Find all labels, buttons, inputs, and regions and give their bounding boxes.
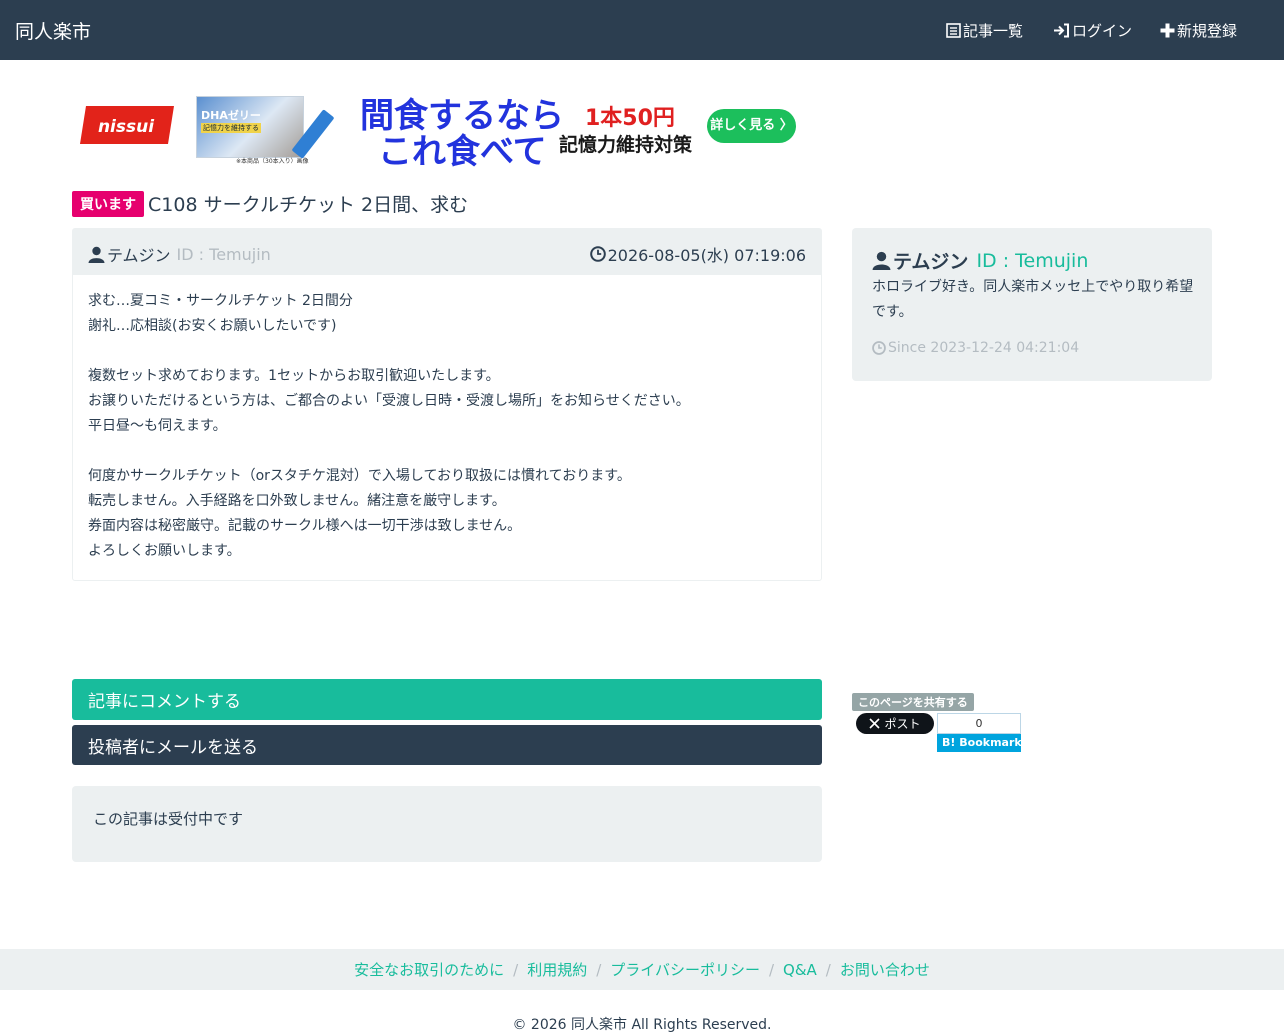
- copyright: © 2026 同人楽市 All Rights Reserved.: [512, 1017, 772, 1033]
- post-author-name: テムジン: [107, 246, 171, 265]
- footer-link-safety[interactable]: 安全なお取引のために: [354, 959, 504, 980]
- footer-link-qa[interactable]: Q&A: [783, 961, 817, 979]
- profile-since: Since 2023-12-24 04:21:04: [872, 340, 1079, 356]
- status-well: この記事は受付中です: [72, 786, 822, 862]
- share-label: このページを共有する: [852, 693, 974, 711]
- nav-article-list[interactable]: 記事一覧: [946, 20, 1023, 41]
- post-body-line: 平日昼〜も伺えます。: [88, 418, 227, 434]
- post-body: 求む…夏コミ・サークルチケット 2日間分 謝礼…応相談(お安くお願いしたいです)…: [73, 275, 821, 578]
- post-body-line: 謝礼…応相談(お安くお願いしたいです): [88, 318, 337, 334]
- profile-id: ID : Temujin: [976, 249, 1089, 272]
- post-author-id: ID : Temujin: [176, 244, 271, 264]
- x-post-label: ポスト: [884, 717, 921, 731]
- plus-icon: [1160, 23, 1175, 38]
- user-icon: [872, 251, 891, 270]
- nav-login-label: ログイン: [1072, 22, 1133, 40]
- hatena-b-icon: B!: [942, 736, 956, 749]
- svg-text:nissui: nissui: [98, 117, 155, 137]
- post-body-line: 複数セット求めております。1セットからお取引歓迎いたします。: [88, 368, 500, 384]
- post-author[interactable]: テムジン ID : Temujin: [88, 242, 271, 266]
- list-icon: [946, 23, 961, 38]
- post-title: C108 サークルチケット 2日間、求む: [148, 194, 469, 216]
- nav-article-list-label: 記事一覧: [963, 22, 1024, 40]
- x-post-button[interactable]: ポスト: [856, 713, 934, 734]
- profile-since-text: Since 2023-12-24 04:21:04: [888, 340, 1080, 356]
- navbar: 同人楽市 記事一覧 ログイン 新規登録: [0, 0, 1284, 60]
- product-sub: 記憶力を維持する: [201, 123, 261, 133]
- x-logo-icon: [869, 718, 881, 729]
- post-title-row: 買います C108 サークルチケット 2日間、求む: [72, 190, 468, 217]
- author-profile-card: テムジン ID : Temujin ホロライブ好き。同人楽市メッセ上でやり取り希…: [852, 228, 1212, 381]
- footer-link-privacy[interactable]: プライバシーポリシー: [610, 959, 760, 980]
- post-panel-header: テムジン ID : Temujin 2026-08-05(水) 07:19:06: [73, 229, 821, 275]
- clock-icon: [589, 246, 606, 262]
- login-icon: [1054, 23, 1069, 38]
- post-panel: テムジン ID : Temujin 2026-08-05(水) 07:19:06…: [72, 228, 822, 581]
- nav-register[interactable]: 新規登録: [1160, 20, 1237, 41]
- profile-intro: ホロライブ好き。同人楽市メッセ上でやり取り希望です。: [872, 279, 1194, 320]
- post-date: 2026-08-05(水) 07:19:06: [589, 242, 806, 266]
- nav-login[interactable]: ログイン: [1053, 20, 1132, 41]
- hatena-bookmark-label: Bookmark: [959, 736, 1022, 749]
- profile-name[interactable]: テムジン ID : Temujin: [872, 247, 1088, 274]
- nissui-logo: nissui: [80, 106, 174, 144]
- post-body-line: 券面内容は秘密厳守。記載のサークル様へは一切干渉は致しません。: [88, 518, 522, 534]
- nav-register-label: 新規登録: [1177, 22, 1238, 40]
- site-brand[interactable]: 同人楽市: [15, 17, 91, 44]
- product-title: DHAゼリー: [201, 109, 261, 122]
- ad-price: 1本50円: [585, 106, 675, 131]
- comment-button[interactable]: 記事にコメントする: [72, 679, 822, 720]
- ad-subline: 記憶力維持対策: [559, 134, 693, 156]
- footer-links: 安全なお取引のために / 利用規約 / プライバシーポリシー / Q&A / お…: [0, 949, 1284, 990]
- clock-icon: [872, 341, 886, 355]
- profile-name-text: テムジン: [893, 251, 969, 273]
- post-body-line: よろしくお願いします。: [88, 543, 241, 559]
- post-date-text: 2026-08-05(水) 07:19:06: [607, 246, 806, 265]
- post-body-line: 何度かサークルチケット（orスタチケ混対）で入場しており取扱には慣れております。: [88, 468, 631, 484]
- product-package-image: DHAゼリー 記憶力を維持する: [196, 96, 304, 158]
- post-body-line: お譲りいただけるという方は、ご都合のよい「受渡し日時・受渡し場所」をお知らせくだ…: [88, 393, 690, 409]
- ad-cta-button[interactable]: 詳しく見る 〉: [707, 109, 796, 143]
- footer-link-terms[interactable]: 利用規約: [527, 959, 587, 980]
- mail-author-button[interactable]: 投稿者にメールを送る: [72, 725, 822, 765]
- user-icon: [88, 246, 105, 263]
- post-body-line: 転売しません。入手経路を口外致しません。緒注意を厳守します。: [88, 493, 506, 509]
- post-body-line: 求む…夏コミ・サークルチケット 2日間分: [88, 293, 353, 309]
- product-caption: ※本商品（30本入り）画像: [236, 158, 309, 165]
- buy-badge: 買います: [72, 190, 144, 217]
- hatena-count: 0: [937, 713, 1021, 734]
- ad-banner[interactable]: nissui DHAゼリー 記憶力を維持する ※本商品（30本入り）画像 間食す…: [80, 88, 796, 172]
- footer-link-contact[interactable]: お問い合わせ: [840, 959, 930, 980]
- status-text: この記事は受付中です: [93, 810, 244, 828]
- hatena-bookmark-button[interactable]: B! Bookmark: [937, 734, 1022, 752]
- ad-headline-line2: これ食べて: [378, 132, 547, 172]
